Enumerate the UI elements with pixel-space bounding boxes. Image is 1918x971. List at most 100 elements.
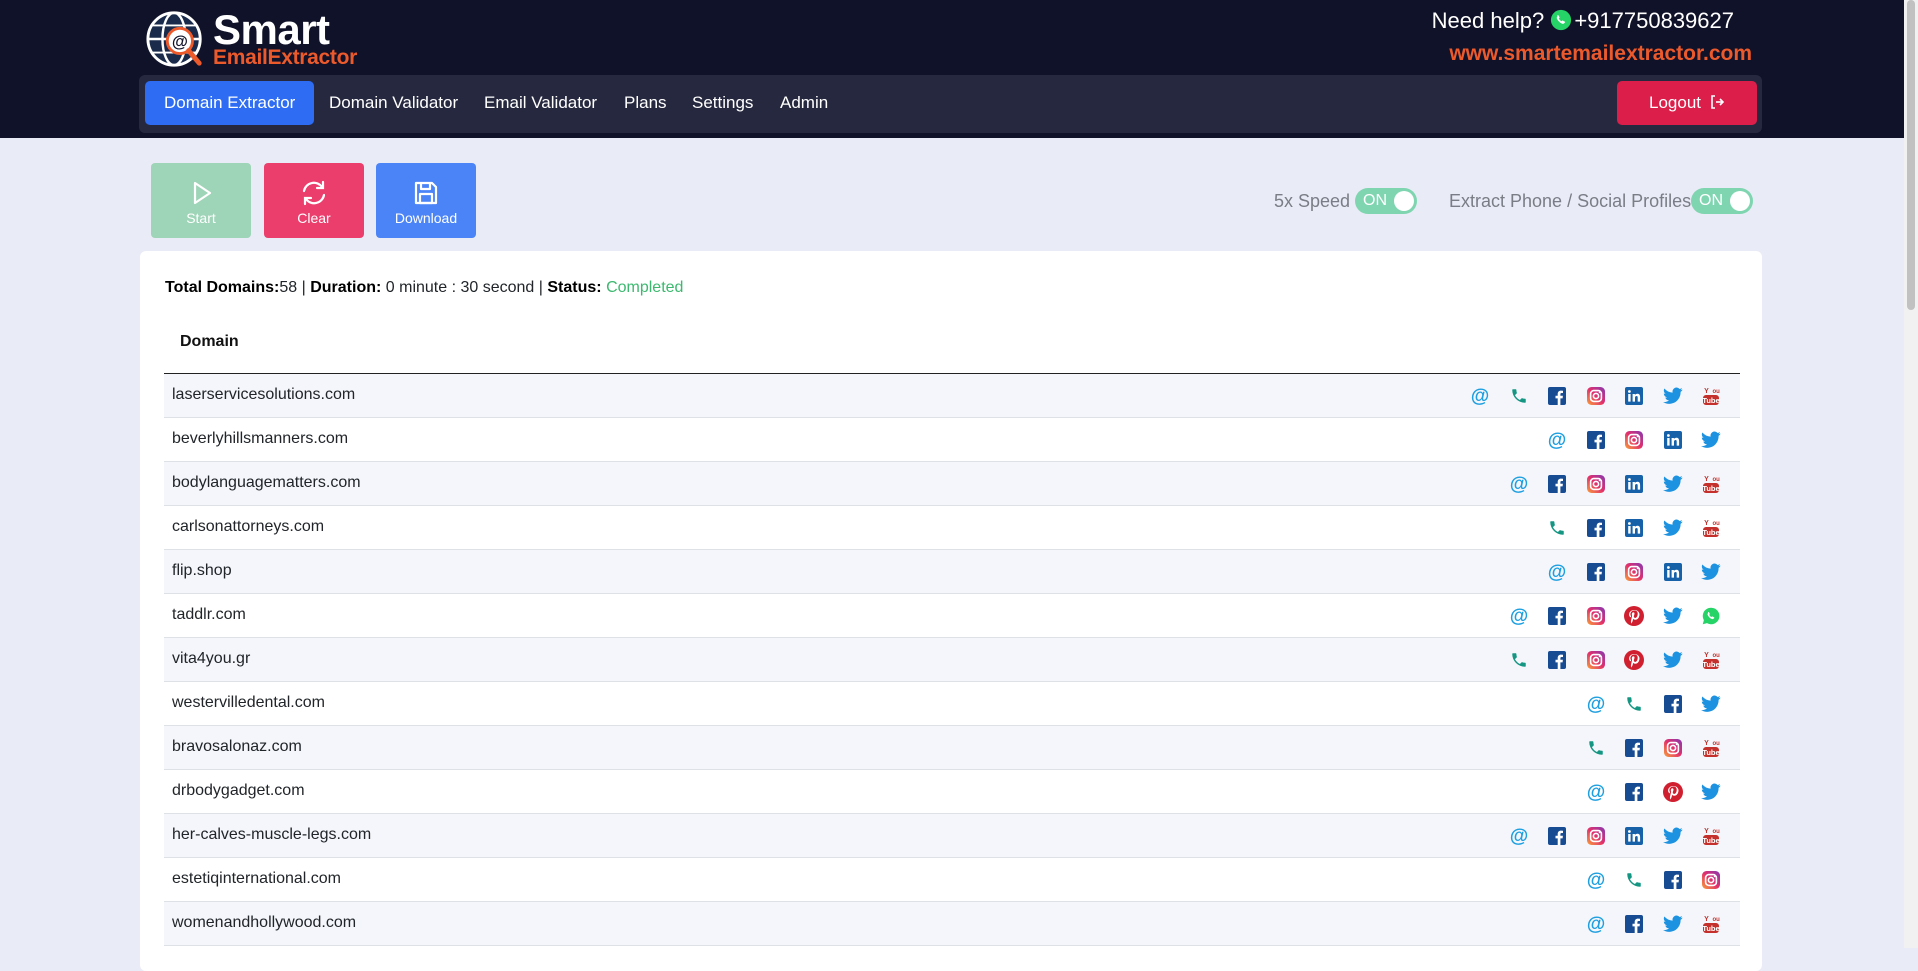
domain-name: laserservicesolutions.com — [172, 386, 356, 403]
nav-domain-validator[interactable]: Domain Validator — [310, 81, 477, 125]
svg-text:@: @ — [172, 33, 188, 51]
nav-settings[interactable]: Settings — [673, 81, 772, 125]
linkedin-icon[interactable] — [1623, 517, 1645, 539]
instagram-icon[interactable] — [1585, 605, 1607, 627]
twitter-icon[interactable] — [1700, 693, 1722, 715]
facebook-icon[interactable] — [1546, 605, 1568, 627]
table-row: beverlyhillsmanners.com @ — [164, 418, 1740, 462]
instagram-icon[interactable] — [1585, 473, 1607, 495]
facebook-icon[interactable] — [1662, 869, 1684, 891]
email-icon[interactable]: @ — [1546, 429, 1568, 451]
nav-admin[interactable]: Admin — [761, 81, 847, 125]
svg-text:Y: Y — [1704, 476, 1709, 483]
phone-icon[interactable] — [1623, 869, 1645, 891]
facebook-icon[interactable] — [1585, 561, 1607, 583]
facebook-icon[interactable] — [1623, 913, 1645, 935]
youtube-icon[interactable]: You Tube — [1700, 913, 1722, 935]
scrollbar-thumb[interactable] — [1907, 0, 1915, 310]
svg-text:Y: Y — [1704, 652, 1709, 659]
youtube-icon[interactable]: You Tube — [1700, 517, 1722, 539]
nav-email-validator[interactable]: Email Validator — [465, 81, 616, 125]
instagram-icon[interactable] — [1623, 429, 1645, 451]
twitter-icon[interactable] — [1662, 473, 1684, 495]
website-link[interactable]: www.smartemailextractor.com — [1449, 42, 1752, 66]
svg-text:@: @ — [1509, 826, 1528, 846]
twitter-icon[interactable] — [1662, 913, 1684, 935]
twitter-icon[interactable] — [1662, 517, 1684, 539]
linkedin-icon[interactable] — [1623, 385, 1645, 407]
linkedin-icon[interactable] — [1623, 473, 1645, 495]
domain-name: drbodygadget.com — [172, 782, 305, 799]
phone-icon[interactable] — [1546, 517, 1568, 539]
twitter-icon[interactable] — [1662, 649, 1684, 671]
help-phone[interactable]: +917750839627 — [1574, 8, 1734, 33]
linkedin-icon[interactable] — [1662, 429, 1684, 451]
results-card: Total Domains:58 | Duration: 0 minute : … — [140, 251, 1762, 971]
email-icon[interactable]: @ — [1585, 913, 1607, 935]
contact-icons: @ — [1568, 693, 1722, 715]
facebook-icon[interactable] — [1623, 737, 1645, 759]
nav-domain-extractor[interactable]: Domain Extractor — [145, 81, 315, 125]
twitter-icon[interactable] — [1700, 429, 1722, 451]
email-icon[interactable]: @ — [1508, 825, 1530, 847]
twitter-icon[interactable] — [1662, 605, 1684, 627]
clear-button[interactable]: Clear — [264, 163, 364, 238]
twitter-icon[interactable] — [1662, 825, 1684, 847]
instagram-icon[interactable] — [1623, 561, 1645, 583]
youtube-icon[interactable]: You Tube — [1700, 385, 1722, 407]
twitter-icon[interactable] — [1662, 385, 1684, 407]
facebook-icon[interactable] — [1546, 649, 1568, 671]
email-icon[interactable]: @ — [1585, 693, 1607, 715]
table-row: carlsonattorneys.com You Tube — [164, 506, 1740, 550]
vertical-scrollbar[interactable] — [1904, 0, 1918, 948]
instagram-icon[interactable] — [1585, 385, 1607, 407]
facebook-icon[interactable] — [1546, 825, 1568, 847]
phone-icon[interactable] — [1585, 737, 1607, 759]
youtube-icon[interactable]: You Tube — [1700, 649, 1722, 671]
twitter-icon[interactable] — [1700, 781, 1722, 803]
pinterest-icon[interactable] — [1623, 605, 1645, 627]
logout-icon — [1711, 95, 1725, 109]
instagram-icon[interactable] — [1585, 825, 1607, 847]
twitter-icon[interactable] — [1700, 561, 1722, 583]
whatsapp-icon[interactable] — [1700, 605, 1722, 627]
svg-text:ou: ou — [1713, 521, 1721, 527]
extract-toggle[interactable]: ON — [1691, 188, 1753, 214]
app-logo[interactable]: @ Smart EmailExtractor — [145, 6, 375, 69]
phone-icon[interactable] — [1623, 693, 1645, 715]
linkedin-icon[interactable] — [1662, 561, 1684, 583]
linkedin-icon[interactable] — [1623, 825, 1645, 847]
youtube-icon[interactable]: You Tube — [1700, 473, 1722, 495]
main-nav: Domain Extractor Domain Validator Email … — [139, 75, 1762, 133]
svg-text:Tube: Tube — [1702, 836, 1719, 845]
email-icon[interactable]: @ — [1546, 561, 1568, 583]
pinterest-icon[interactable] — [1662, 781, 1684, 803]
duration-label: Duration: — [310, 279, 382, 296]
start-button[interactable]: Start — [151, 163, 251, 238]
instagram-icon[interactable] — [1662, 737, 1684, 759]
facebook-icon[interactable] — [1546, 385, 1568, 407]
facebook-icon[interactable] — [1623, 781, 1645, 803]
duration-value: 0 minute : 30 second — [385, 279, 535, 296]
logout-button[interactable]: Logout — [1617, 81, 1757, 125]
youtube-icon[interactable]: You Tube — [1700, 737, 1722, 759]
download-button[interactable]: Download — [376, 163, 476, 238]
youtube-icon[interactable]: You Tube — [1700, 825, 1722, 847]
speed-toggle[interactable]: ON — [1355, 188, 1417, 214]
email-icon[interactable]: @ — [1585, 869, 1607, 891]
pinterest-icon[interactable] — [1623, 649, 1645, 671]
instagram-icon[interactable] — [1700, 869, 1722, 891]
domain-name: carlsonattorneys.com — [172, 518, 325, 535]
email-icon[interactable]: @ — [1508, 473, 1530, 495]
email-icon[interactable]: @ — [1469, 385, 1491, 407]
email-icon[interactable]: @ — [1508, 605, 1530, 627]
email-icon[interactable]: @ — [1585, 781, 1607, 803]
facebook-icon[interactable] — [1585, 517, 1607, 539]
facebook-icon[interactable] — [1546, 473, 1568, 495]
phone-icon[interactable] — [1508, 385, 1530, 407]
phone-icon[interactable] — [1508, 649, 1530, 671]
facebook-icon[interactable] — [1585, 429, 1607, 451]
facebook-icon[interactable] — [1662, 693, 1684, 715]
instagram-icon[interactable] — [1585, 649, 1607, 671]
toggle-knob — [1730, 191, 1750, 211]
